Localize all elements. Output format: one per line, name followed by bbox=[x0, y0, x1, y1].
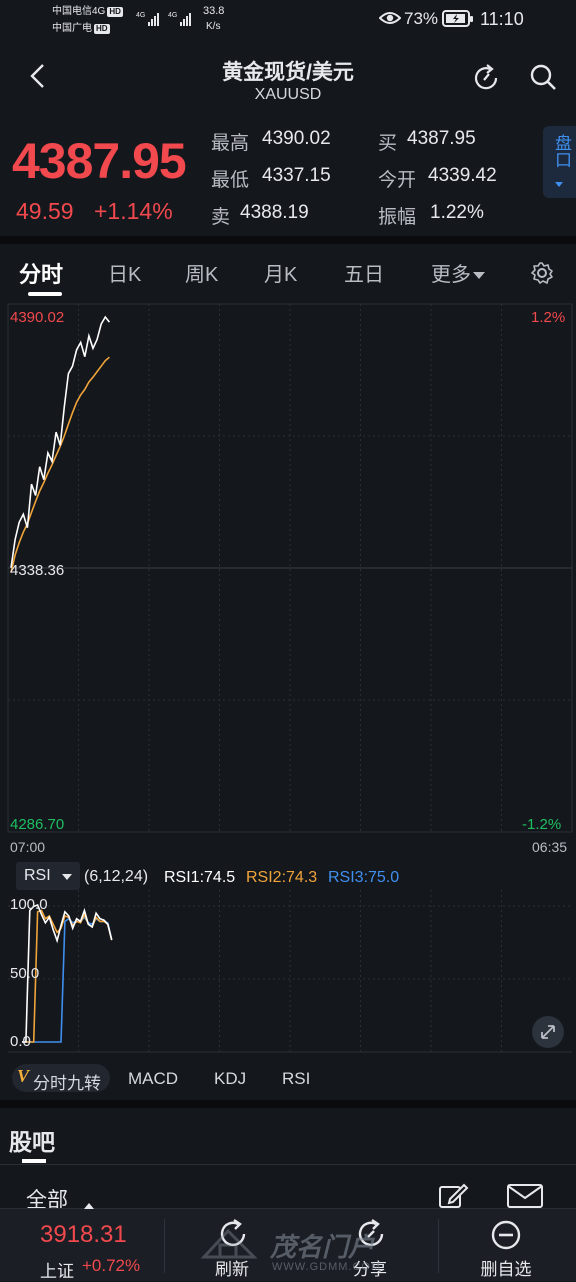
section-divider bbox=[0, 1100, 576, 1108]
low-value: 4337.15 bbox=[262, 165, 331, 186]
amplitude-value: 1.22% bbox=[430, 202, 484, 223]
high-label: 最高 bbox=[211, 133, 250, 154]
rsi3-value: RSI3:75.0 bbox=[328, 869, 400, 886]
indicator-selector-label: RSI bbox=[24, 867, 51, 884]
net-speed-unit: K/s bbox=[206, 21, 221, 32]
tab-daily[interactable]: 日K bbox=[108, 258, 141, 287]
carrier-2: 中国广电 HD bbox=[52, 23, 110, 34]
high-value: 4390.02 bbox=[262, 128, 331, 149]
time-axis-end: 06:35 bbox=[532, 839, 568, 855]
clock: 11:10 bbox=[480, 9, 524, 29]
expand-icon[interactable] bbox=[532, 1016, 564, 1048]
battery-icon bbox=[442, 10, 474, 33]
sell-value: 4388.19 bbox=[240, 202, 309, 223]
jiuzhuan-label: 分时九转 bbox=[33, 1074, 101, 1093]
open-label: 今开 bbox=[378, 170, 417, 191]
y-axis-mid: 4338.36 bbox=[10, 562, 65, 579]
current-price: 4387.95 bbox=[12, 133, 187, 189]
index-ticker[interactable]: 3918.31 上证 +0.72% bbox=[0, 1209, 164, 1281]
tab-macd[interactable]: MACD bbox=[128, 1069, 178, 1089]
signal-icon: 4G 4G bbox=[136, 8, 196, 35]
dropdown-icon bbox=[62, 874, 72, 880]
active-tab-indicator bbox=[28, 292, 62, 296]
y-axis-high: 4390.02 bbox=[10, 309, 65, 326]
watermark-name: 茂名门户 bbox=[270, 1232, 375, 1262]
forum-tab-indicator bbox=[22, 1159, 46, 1163]
tab-five-day[interactable]: 五日 bbox=[344, 258, 384, 287]
index-value: 3918.31 bbox=[40, 1221, 127, 1248]
tab-monthly[interactable]: 月K bbox=[264, 258, 297, 287]
intraday-chart[interactable] bbox=[0, 300, 576, 860]
bottom-bar: 3918.31 上证 +0.72% 刷新 分享 删自选 茂名门户 WWW.GDM… bbox=[0, 1203, 576, 1281]
rsi-axis-100: 100.0 bbox=[10, 896, 48, 913]
average-price-line bbox=[10, 356, 110, 573]
battery-percent: 73% bbox=[404, 9, 439, 28]
tab-weekly[interactable]: 周K bbox=[185, 258, 218, 287]
rsi-axis-0: 0.0 bbox=[10, 1033, 31, 1050]
buy-label: 买 bbox=[378, 133, 398, 154]
status-bar: 中国电信4G HD 中国广电 HD 4G 4G 33.8 K/s 73% 11:10 bbox=[0, 0, 576, 40]
buy-value: 4387.95 bbox=[407, 128, 476, 149]
forum-divider bbox=[0, 1164, 576, 1165]
open-value: 4339.42 bbox=[428, 165, 497, 186]
order-book-label: 盘口 bbox=[552, 134, 571, 168]
carrier-1: 中国电信4G HD bbox=[52, 6, 123, 17]
tab-rsi[interactable]: RSI bbox=[282, 1069, 310, 1089]
rsi-chart bbox=[8, 890, 572, 1053]
tab-kdj[interactable]: KDJ bbox=[214, 1069, 246, 1089]
tab-intraday[interactable]: 分时 bbox=[19, 257, 63, 289]
rsi1-value: RSI1:74.5 bbox=[164, 869, 236, 886]
svg-text:4G: 4G bbox=[136, 12, 145, 19]
settings-icon[interactable] bbox=[530, 261, 554, 290]
v-logo-icon: V bbox=[17, 1066, 30, 1086]
watermark bbox=[200, 1223, 260, 1268]
order-book-button[interactable]: 盘口 bbox=[543, 126, 576, 198]
tab-more[interactable]: 更多 bbox=[431, 258, 485, 287]
rsi-params: (6,12,24) bbox=[84, 868, 149, 885]
indicator-selector[interactable]: RSI bbox=[16, 862, 80, 890]
jiuzhuan-tab[interactable]: V 分时九转 bbox=[12, 1064, 110, 1093]
index-name: 上证 bbox=[40, 1262, 74, 1281]
low-label: 最低 bbox=[211, 170, 250, 191]
refresh-icon[interactable] bbox=[470, 62, 502, 99]
minus-circle-icon bbox=[491, 1220, 521, 1250]
svg-text:4G: 4G bbox=[168, 12, 177, 19]
forum-title[interactable]: 股吧 bbox=[9, 1123, 55, 1157]
section-divider bbox=[0, 236, 576, 244]
dropdown-icon bbox=[473, 272, 485, 280]
time-axis-start: 07:00 bbox=[10, 839, 46, 855]
rsi2-value: RSI2:74.3 bbox=[246, 869, 318, 886]
eye-icon bbox=[378, 10, 402, 31]
price-change: 49.59 bbox=[16, 198, 74, 224]
caret-down-icon bbox=[555, 182, 563, 187]
watermark-url: WWW.GDMM.COM bbox=[272, 1261, 382, 1273]
watermark-logo-icon bbox=[200, 1228, 258, 1259]
price-change-percent: +1.14% bbox=[94, 198, 173, 224]
pct-axis-high: 1.2% bbox=[531, 309, 566, 326]
index-change: +0.72% bbox=[82, 1256, 141, 1275]
y-axis-low: 4286.70 bbox=[10, 816, 65, 833]
separator bbox=[438, 1219, 439, 1273]
header: 黄金现货/美元 XAUUSD bbox=[0, 40, 576, 116]
sell-label: 卖 bbox=[211, 207, 231, 228]
pct-axis-low: -1.2% bbox=[522, 816, 562, 833]
separator bbox=[164, 1219, 165, 1273]
net-speed: 33.8 bbox=[203, 5, 225, 17]
rsi-axis-50: 50.0 bbox=[10, 965, 40, 982]
price-line bbox=[10, 315, 111, 568]
amplitude-label: 振幅 bbox=[378, 207, 417, 228]
remove-watchlist-label: 删自选 bbox=[480, 1260, 532, 1279]
search-icon[interactable] bbox=[528, 62, 560, 99]
remove-watchlist-button[interactable]: 删自选 bbox=[464, 1209, 548, 1281]
